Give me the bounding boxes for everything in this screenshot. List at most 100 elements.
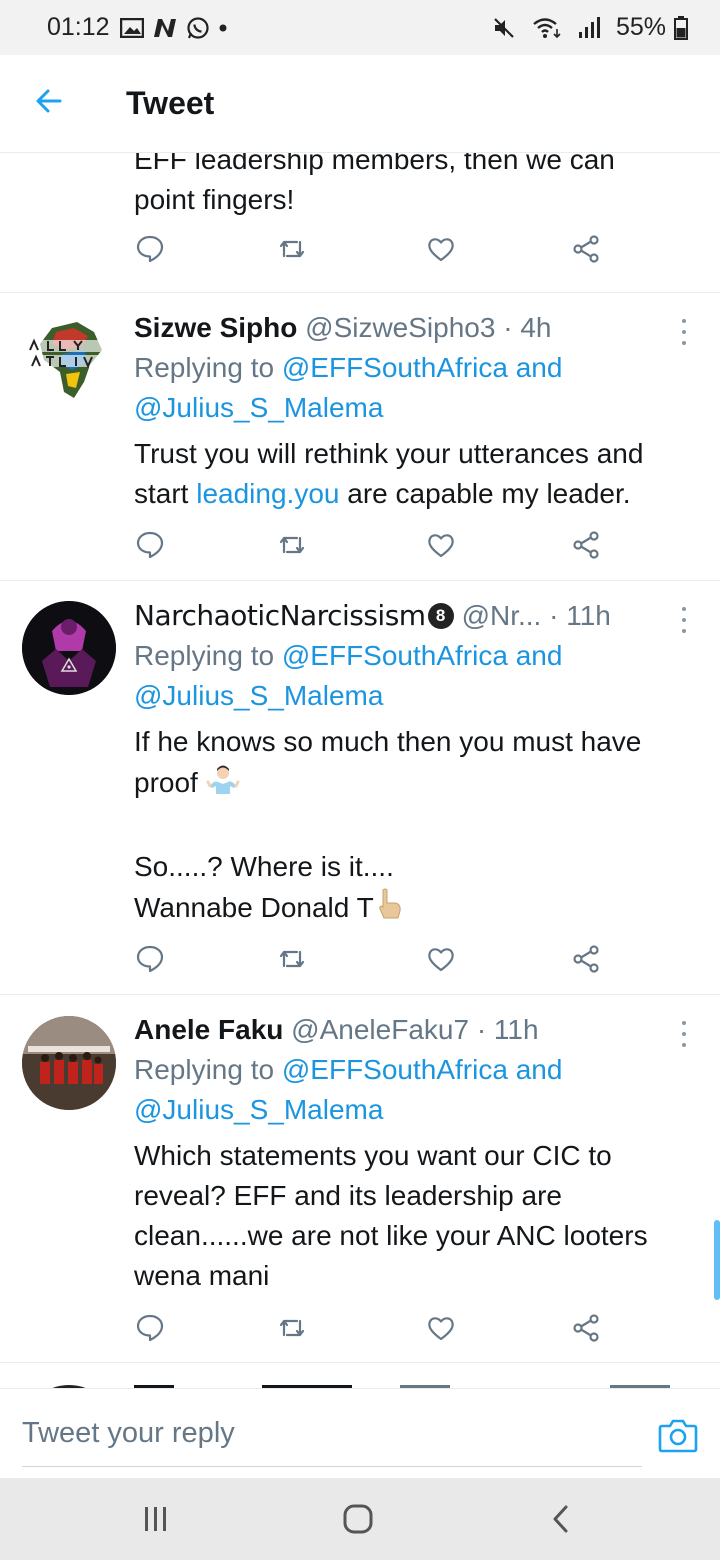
- retweet-icon: [279, 240, 305, 258]
- scrollbar-thumb[interactable]: [714, 1220, 720, 1300]
- share-button[interactable]: [566, 939, 606, 979]
- replying-and[interactable]: and: [508, 1054, 563, 1085]
- share-icon: [573, 531, 599, 559]
- username[interactable]: @Nr...: [462, 600, 542, 631]
- reply-button[interactable]: [130, 1308, 170, 1348]
- mention-link[interactable]: @EFFSouthAfrica: [282, 1054, 508, 1085]
- mention-link[interactable]: @Julius_S_Malema: [134, 680, 383, 711]
- replying-to-label: Replying to: [134, 352, 282, 383]
- mute-icon: [492, 16, 516, 40]
- more-options-icon[interactable]: [674, 1019, 694, 1049]
- next-tweet-peek[interactable]: [0, 1365, 720, 1388]
- reply-button[interactable]: [130, 525, 170, 565]
- tweet-text: Which statements you want our CIC to rev…: [134, 1140, 648, 1291]
- reply-icon: [136, 1314, 164, 1342]
- display-name[interactable]: Sizwe Sipho: [134, 312, 297, 343]
- badge-number: 8: [435, 605, 446, 625]
- page-title: Tweet: [126, 85, 215, 121]
- display-name[interactable]: Anele Faku: [134, 1014, 283, 1045]
- tweet-header: NarchaoticNarcissism 8 @Nr... · 11h: [134, 596, 690, 636]
- tweet[interactable]: NarchaoticNarcissism 8 @Nr... · 11h Replyi…: [0, 581, 720, 995]
- tweet-text: Trust you will rethink your utterances a…: [134, 434, 690, 514]
- camera-button[interactable]: [656, 1413, 700, 1457]
- share-icon: [573, 945, 599, 973]
- tweet[interactable]: Anele Faku @AneleFaku7 · 11h Replying to…: [0, 995, 720, 1363]
- share-icon: [573, 1314, 599, 1342]
- like-icon: [428, 238, 454, 262]
- wifi-icon: [532, 16, 562, 40]
- whatsapp-icon: [186, 16, 210, 40]
- home-icon: [343, 1504, 373, 1534]
- retweet-button[interactable]: [272, 525, 312, 565]
- more-options-icon[interactable]: [674, 605, 694, 635]
- like-button[interactable]: [421, 939, 461, 979]
- share-button[interactable]: [566, 1308, 606, 1348]
- username[interactable]: @SizweSipho3: [305, 312, 495, 343]
- signal-icon: [578, 16, 600, 39]
- tweet-text-part: are capable my leader.: [339, 478, 631, 509]
- reply-feed[interactable]: EFF leadership members, then we can poin…: [0, 153, 720, 1388]
- replying-and[interactable]: and: [508, 352, 563, 383]
- replying-and[interactable]: and: [508, 640, 563, 671]
- retweet-button[interactable]: [272, 939, 312, 979]
- avatar[interactable]: [22, 310, 116, 404]
- system-nav-bar: [0, 1478, 720, 1560]
- reply-input[interactable]: [22, 1401, 642, 1467]
- reply-icon: [136, 235, 164, 263]
- camera-icon: [658, 1419, 698, 1453]
- retweet-icon: [279, 950, 305, 968]
- tweet-actions: [134, 525, 614, 565]
- like-icon: [428, 534, 454, 558]
- mention-link[interactable]: @Julius_S_Malema: [134, 392, 383, 423]
- tweet-time: · 11h: [549, 600, 611, 631]
- retweet-button[interactable]: [272, 1308, 312, 1348]
- mention-link[interactable]: @EFFSouthAfrica: [282, 352, 508, 383]
- tweet[interactable]: Sizwe Sipho @SizweSipho3 · 4h Replying t…: [0, 293, 720, 581]
- battery-percent: 55%: [615, 13, 666, 41]
- like-icon: [428, 948, 454, 972]
- share-icon: [573, 235, 599, 263]
- status-bar: 01:12 55%: [0, 0, 720, 55]
- replying-to: Replying to @EFFSouthAfrica and @Julius_S…: [134, 636, 690, 716]
- like-button[interactable]: [421, 525, 461, 565]
- like-button[interactable]: [421, 1308, 461, 1348]
- tweet-time: · 4h: [503, 312, 552, 343]
- share-button[interactable]: [566, 525, 606, 565]
- back-button[interactable]: [0, 55, 100, 153]
- n-app-icon: [152, 17, 178, 39]
- mention-link[interactable]: @EFFSouthAfrica: [282, 640, 508, 671]
- like-icon: [428, 1317, 454, 1341]
- mention-link[interactable]: @Julius_S_Malema: [134, 1094, 383, 1125]
- tweet-actions: [134, 229, 614, 269]
- tweet-text: If he knows so much then you must have p…: [134, 722, 690, 932]
- like-button[interactable]: [421, 229, 461, 269]
- replying-to: Replying to @EFFSouthAfrica and @Julius_S…: [134, 348, 690, 428]
- retweet-icon: [279, 536, 305, 554]
- person-shrugging-emoji: [206, 762, 240, 807]
- reply-icon: [136, 531, 164, 559]
- tweet-partial[interactable]: EFF leadership members, then we can poin…: [0, 153, 720, 293]
- username[interactable]: @AneleFaku7: [291, 1014, 469, 1045]
- tweet-actions: [134, 1308, 614, 1348]
- replying-to: Replying to @EFFSouthAfrica and @Julius_S…: [134, 1050, 690, 1130]
- recents-icon: [145, 1507, 166, 1531]
- home-button[interactable]: [328, 1498, 388, 1540]
- avatar[interactable]: [22, 601, 116, 695]
- back-icon: [553, 1505, 568, 1533]
- more-options-icon[interactable]: [674, 317, 694, 347]
- pointing-up-emoji: [374, 887, 404, 932]
- tweet-time: · 11h: [476, 1014, 539, 1045]
- battery-icon: [674, 15, 688, 40]
- tweet-link[interactable]: leading.you: [196, 478, 339, 509]
- retweet-button[interactable]: [272, 229, 312, 269]
- recents-button[interactable]: [126, 1498, 186, 1540]
- nav-back-button[interactable]: [530, 1498, 590, 1540]
- dot-icon: [218, 23, 228, 33]
- avatar[interactable]: [22, 1016, 116, 1110]
- share-button[interactable]: [566, 229, 606, 269]
- display-name[interactable]: NarchaoticNarcissism: [134, 599, 426, 632]
- reply-button[interactable]: [130, 229, 170, 269]
- reply-icon: [136, 945, 164, 973]
- tweet-header: Sizwe Sipho @SizweSipho3 · 4h: [134, 308, 690, 348]
- reply-button[interactable]: [130, 939, 170, 979]
